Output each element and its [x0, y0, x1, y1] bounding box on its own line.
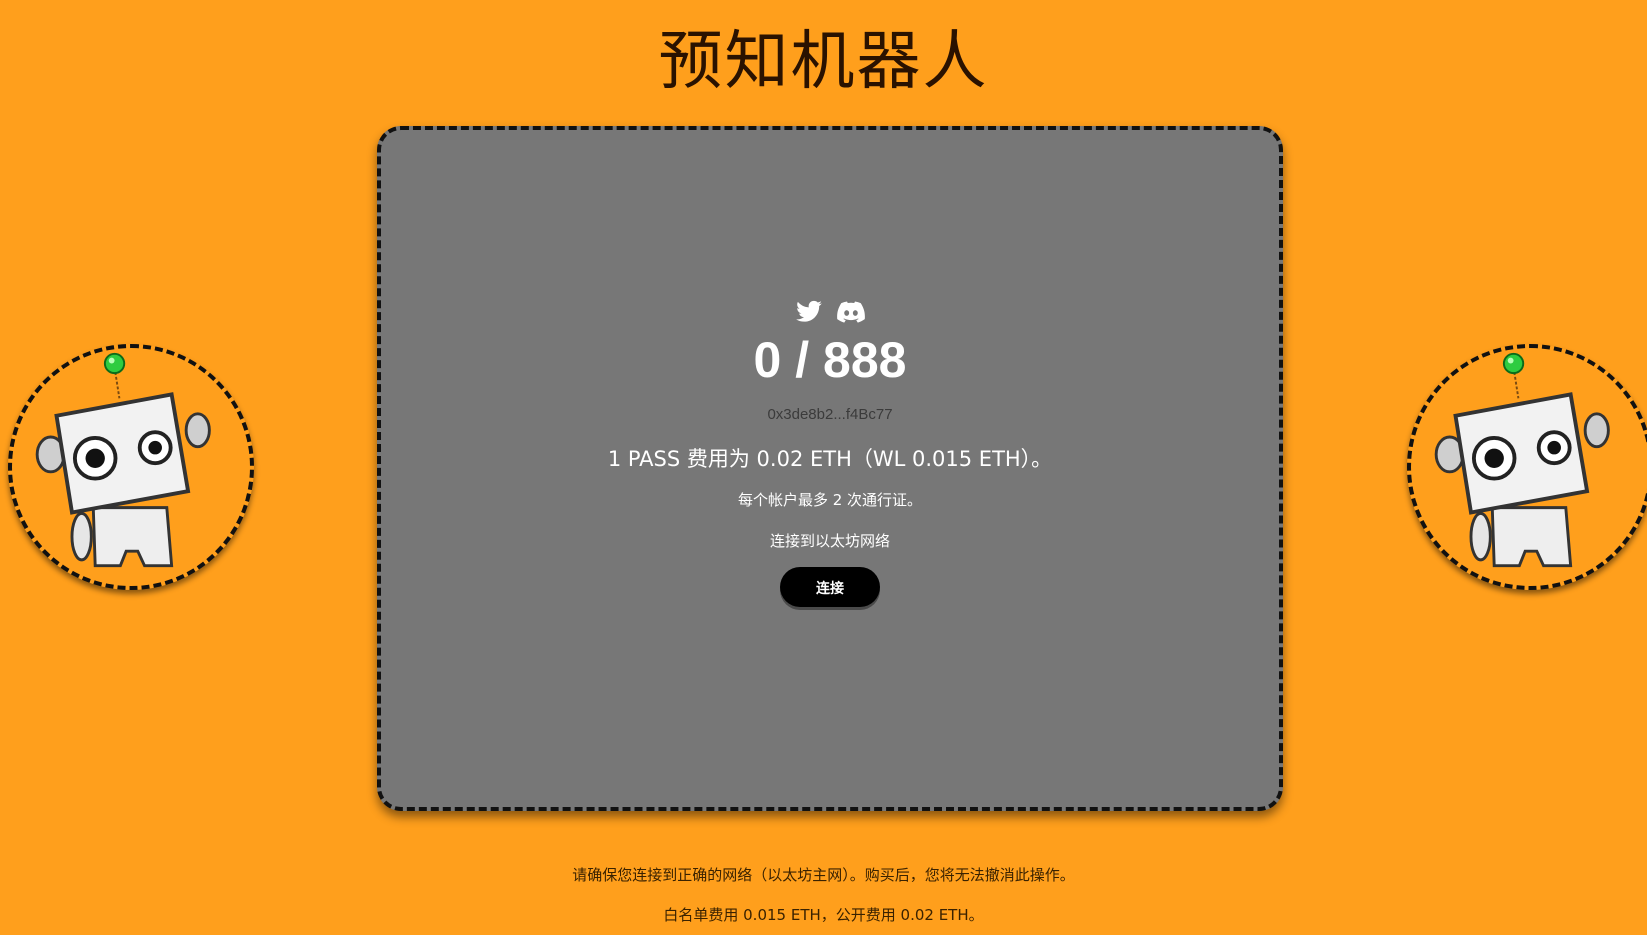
- page-title: 预知机器人: [658, 25, 989, 99]
- mint-counter: 0 / 888: [753, 332, 907, 388]
- robot-illustration: [35, 352, 211, 568]
- discord-icon[interactable]: [837, 298, 865, 326]
- account-limit-text: 每个帐户最多 2 次通行证。: [737, 491, 923, 509]
- contract-address-link[interactable]: 0x3de8b2...f4Bc77: [381, 406, 1279, 423]
- mint-card-content: 0 / 888 0x3de8b2...f4Bc77 1 PASS 费用为 0.0…: [381, 298, 1279, 607]
- mint-card: 0 / 888 0x3de8b2...f4Bc77 1 PASS 费用为 0.0…: [377, 126, 1283, 811]
- network-status-text: 连接到以太坊网络: [769, 532, 890, 550]
- mint-page: 预知机器人 0 / 888 0x3de8b2...f4Bc77 1 PASS 费…: [0, 0, 1647, 935]
- price-text: 1 PASS 费用为 0.02 ETH（WL 0.015 ETH）。: [607, 447, 1053, 471]
- robot-badge-right: [1407, 344, 1647, 590]
- network-warning-note: 请确保您连接到正确的网络（以太坊主网）。购买后，您将无法撤消此操作。: [572, 866, 1075, 884]
- connect-button[interactable]: 连接: [780, 567, 880, 607]
- fee-note: 白名单费用 0.015 ETH，公开费用 0.02 ETH。: [663, 906, 984, 924]
- robot-illustration: [1434, 352, 1610, 568]
- twitter-icon[interactable]: [795, 298, 823, 326]
- robot-badge-left: [8, 344, 254, 590]
- social-links: [381, 298, 1279, 326]
